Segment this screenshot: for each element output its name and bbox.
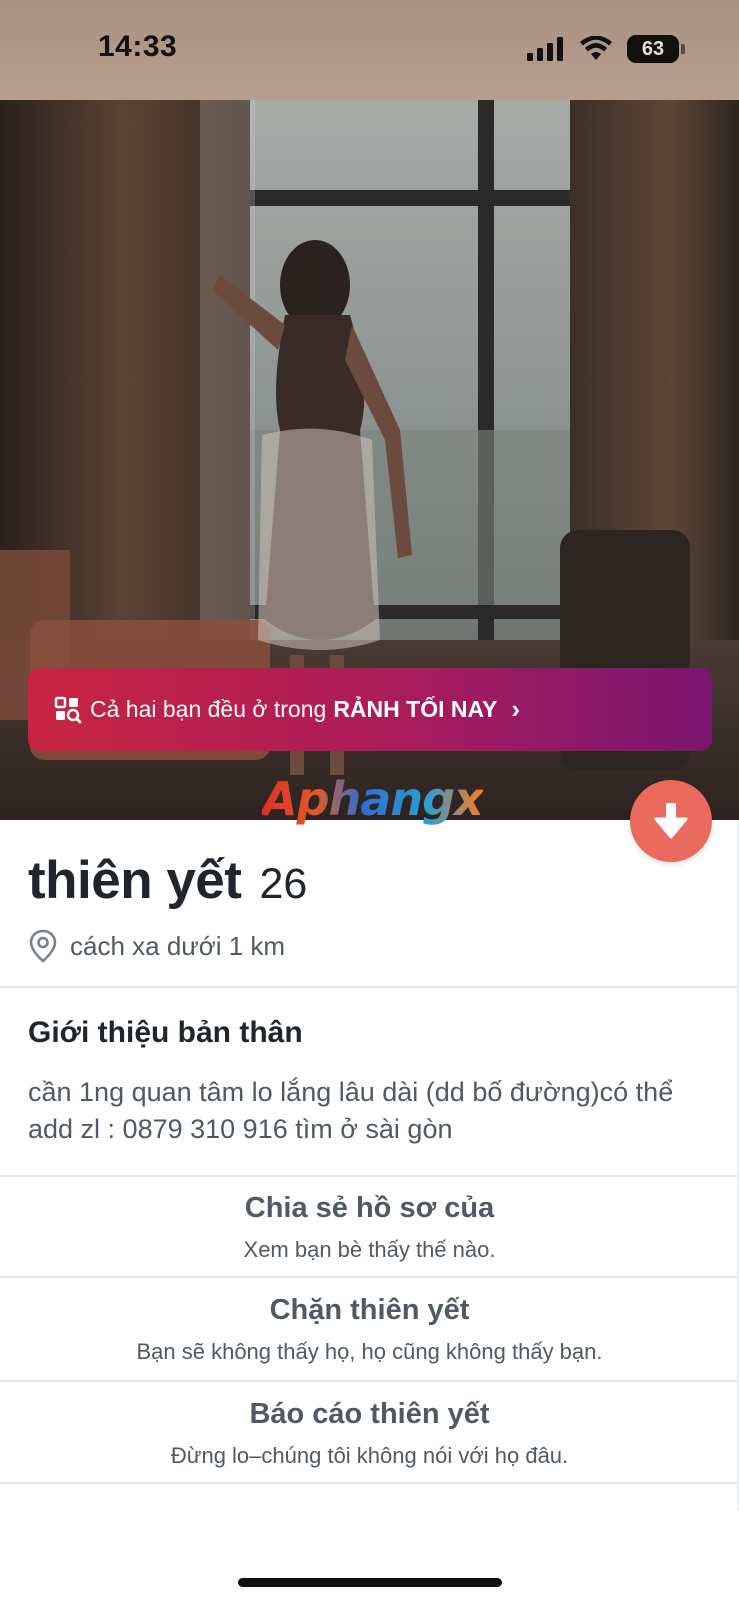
about-section: Giới thiệu bản thân cần 1ng quan tâm lo … bbox=[28, 1016, 718, 1148]
search-grid-icon bbox=[54, 696, 82, 723]
report-profile-button[interactable]: Báo cáo thiên yết Đừng lo–chúng tôi khôn… bbox=[0, 1398, 739, 1469]
promo-text: Cả hai bạn đều ở trong bbox=[90, 696, 327, 722]
profile-header: thiên yết 26 cách xa dưới 1 km bbox=[28, 850, 708, 963]
divider bbox=[0, 986, 739, 988]
location-pin-icon bbox=[29, 929, 57, 963]
profile-name: thiên yết bbox=[28, 851, 242, 910]
distance-row: cách xa dưới 1 km bbox=[28, 929, 708, 963]
status-time: 14:33 bbox=[98, 30, 178, 63]
wifi-icon bbox=[580, 36, 612, 60]
divider bbox=[0, 1380, 739, 1382]
cellular-signal-icon bbox=[527, 37, 563, 61]
battery-icon: 63 bbox=[627, 35, 685, 63]
share-profile-button[interactable]: Chia sẻ hồ sơ của Xem bạn bè thấy thế nà… bbox=[0, 1192, 739, 1263]
block-title: Chặn thiên yết bbox=[269, 1294, 470, 1326]
divider bbox=[0, 1482, 739, 1484]
divider bbox=[0, 1175, 739, 1177]
promo-highlight: RẢNH TỐI NAY bbox=[333, 696, 498, 722]
status-icons: 63 bbox=[527, 34, 685, 64]
status-bar: 14:33 63 bbox=[0, 0, 739, 100]
home-indicator[interactable] bbox=[238, 1578, 502, 1587]
report-subtitle: Đừng lo–chúng tôi không nói với họ đâu. bbox=[170, 1443, 569, 1468]
share-subtitle: Xem bạn bè thấy thế nào. bbox=[243, 1237, 496, 1262]
about-title: Giới thiệu bản thân bbox=[28, 1016, 303, 1049]
share-title: Chia sẻ hồ sơ của bbox=[244, 1192, 495, 1224]
distance-text: cách xa dưới 1 km bbox=[70, 930, 286, 961]
block-profile-button[interactable]: Chặn thiên yết Bạn sẽ không thấy họ, họ … bbox=[0, 1294, 739, 1365]
divider bbox=[0, 1276, 739, 1278]
about-text: cần 1ng quan tâm lo lắng lâu dài (dd bố … bbox=[28, 1077, 674, 1144]
arrow-down-icon bbox=[654, 803, 688, 839]
profile-age: 26 bbox=[259, 860, 308, 908]
chevron-right-icon: › bbox=[511, 694, 520, 724]
watermark-logo: Aphangx bbox=[262, 772, 484, 826]
collapse-profile-button[interactable] bbox=[630, 780, 712, 862]
report-title: Báo cáo thiên yết bbox=[249, 1398, 490, 1430]
name-row: thiên yết 26 bbox=[28, 850, 708, 911]
promo-banner[interactable]: Cả hai bạn đều ở trong RẢNH TỐI NAY › bbox=[28, 668, 712, 751]
block-subtitle: Bạn sẽ không thấy họ, họ cũng không thấy… bbox=[136, 1339, 603, 1364]
